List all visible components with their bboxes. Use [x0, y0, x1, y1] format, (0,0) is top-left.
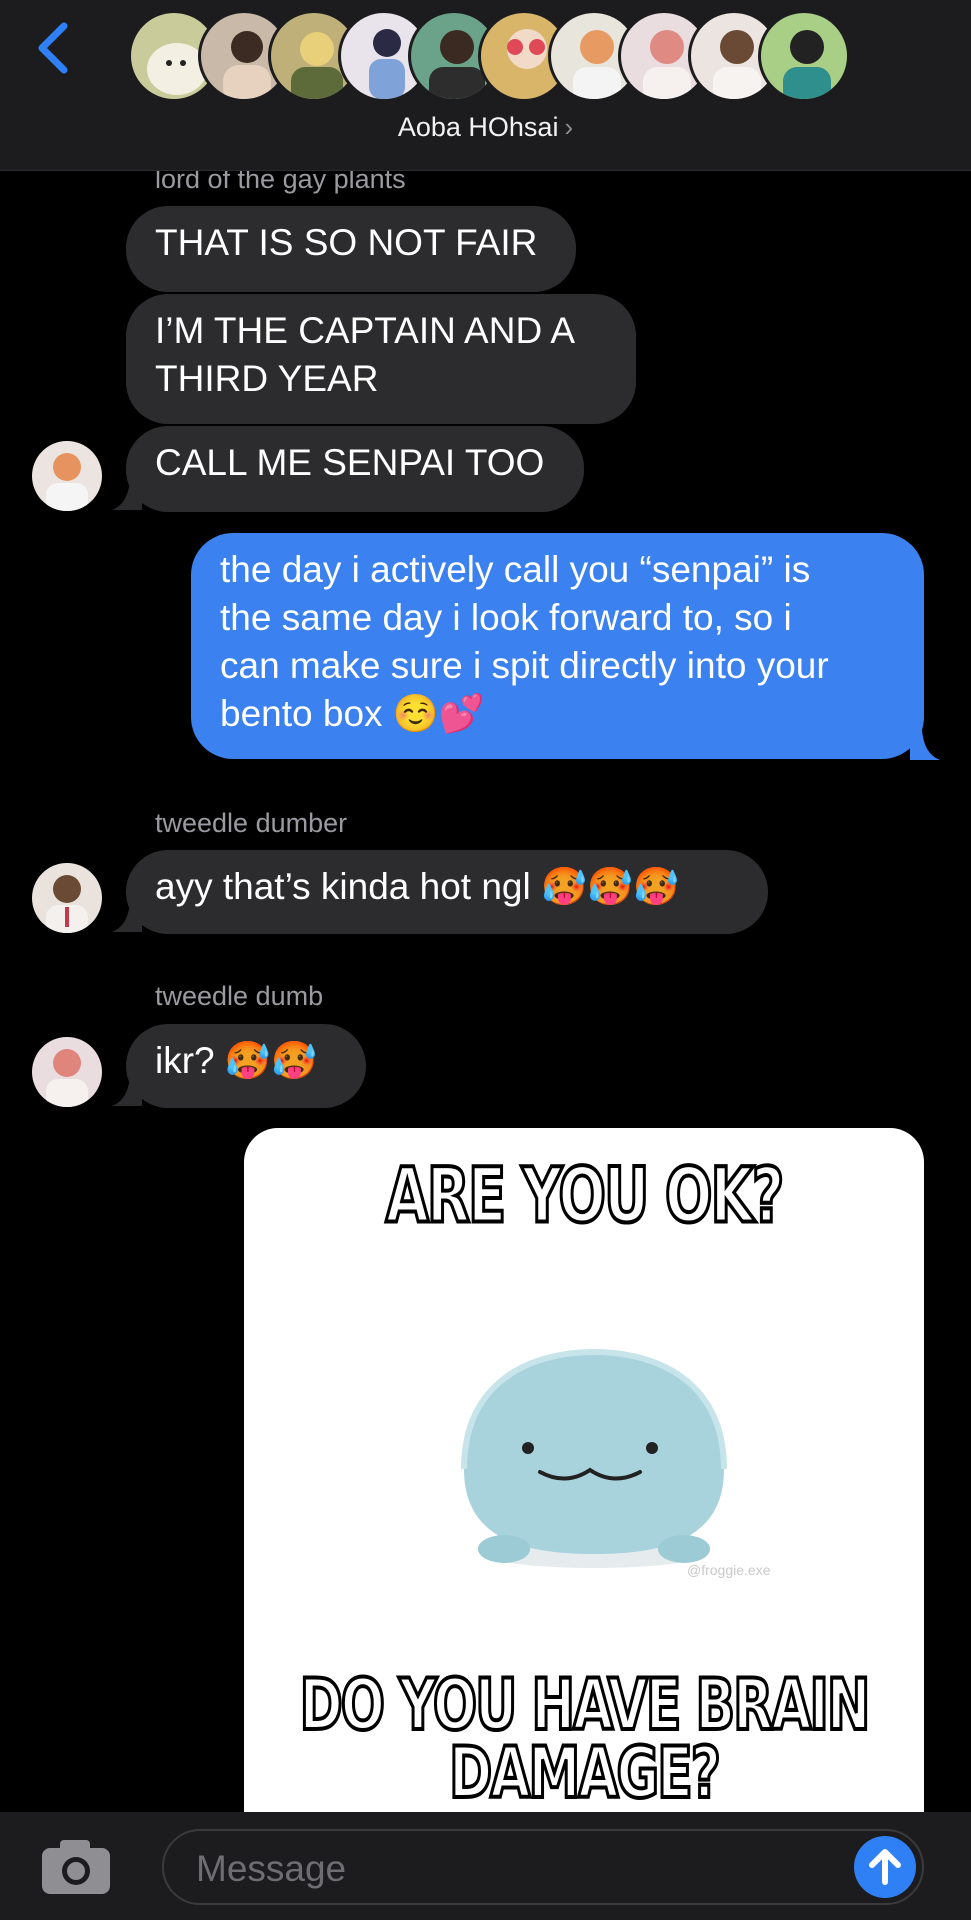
- avatar: [758, 10, 850, 102]
- avatar[interactable]: [32, 441, 102, 511]
- meme-image[interactable]: ARE YOU OK? @froggie.exe DO YOU HAVE BRA…: [244, 1128, 924, 1818]
- watermark: @froggie.exe: [687, 1562, 771, 1578]
- conversation-header: Aoba HOhsai ›: [0, 0, 971, 171]
- back-chevron-icon[interactable]: [30, 18, 80, 78]
- avatar[interactable]: [32, 1037, 102, 1107]
- bubble-tail: [112, 480, 142, 510]
- sender-name: tweedle dumb: [155, 981, 324, 1011]
- chevron-right-icon: ›: [564, 112, 574, 142]
- avatar[interactable]: [32, 863, 102, 933]
- sender-name: tweedle dumber: [155, 808, 348, 838]
- message-input[interactable]: [194, 1841, 838, 1897]
- incoming-message[interactable]: THAT IS SO NOT FAIR: [126, 206, 576, 292]
- incoming-message[interactable]: I’M THE CAPTAIN AND A THIRD YEAR: [126, 294, 636, 424]
- bubble-tail: [112, 902, 142, 932]
- message-input-container[interactable]: [162, 1829, 924, 1905]
- incoming-message[interactable]: ikr? 🥵🥵: [126, 1024, 366, 1108]
- meme-bottom-text: DAMAGE?: [448, 1731, 723, 1816]
- group-name-label[interactable]: Aoba HOhsai: [398, 112, 559, 142]
- plush-blob-illustration: [461, 1348, 727, 1568]
- group-name[interactable]: Aoba HOhsai ›: [0, 112, 971, 143]
- meme-top-text: ARE YOU OK?: [384, 1151, 786, 1243]
- bubble-tail: [910, 730, 940, 760]
- message-composer-bar: [0, 1812, 971, 1920]
- arrow-up-icon: [869, 1849, 901, 1885]
- incoming-message[interactable]: ayy that’s kinda hot ngl 🥵🥵🥵: [126, 850, 768, 934]
- bubble-tail: [112, 1076, 142, 1106]
- send-button[interactable]: [854, 1836, 916, 1898]
- outgoing-message[interactable]: the day i actively call you “senpai” is …: [191, 533, 924, 759]
- incoming-message[interactable]: CALL ME SENPAI TOO: [126, 426, 584, 512]
- camera-icon[interactable]: [40, 1836, 112, 1896]
